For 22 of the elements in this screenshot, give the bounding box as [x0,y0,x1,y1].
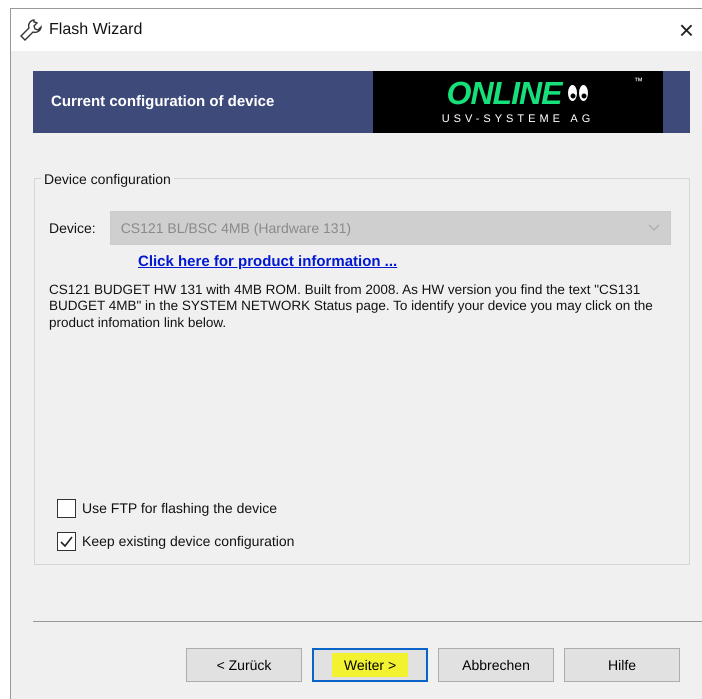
checkbox-label: Keep existing device configuration [82,532,294,551]
checkbox-label: Use FTP for flashing the device [82,499,278,518]
device-label: Device: [49,218,96,238]
eyes-icon [567,84,590,102]
close-button[interactable]: × [670,17,702,43]
trademark: ™ [634,75,643,88]
caret-icon [648,224,660,232]
wizard-button[interactable]: Abbrechen [438,648,554,682]
checkbox[interactable] [57,499,76,518]
wizard-button[interactable]: Weiter > [312,648,428,682]
window-title: Flash Wizard [49,20,142,40]
checkbox[interactable] [57,532,76,551]
header-title: Current configuration of device [50,92,276,112]
wizard-button[interactable]: Hilfe [564,648,680,682]
checkbox-option[interactable]: Keep existing device configuration [57,531,294,552]
checkbox-option[interactable]: Use FTP for flashing the device [57,498,294,519]
wrench-icon [19,18,43,42]
logo-brand: ONLINE [446,76,562,109]
wizard-button[interactable]: < Zurück [186,648,302,682]
logo-subtitle: USV-SYSTEME AG [442,112,594,127]
product-info-link[interactable]: Click here for product information ... [138,251,398,274]
device-description: CS121 BUDGET HW 131 with 4MB ROM. Built from 2008. As HW version you find the text "CS131 BUDGET 4MB" in the SYSTEM NETWORK Status page. To identify your device you may click on the product infomation link below. [49,282,654,332]
